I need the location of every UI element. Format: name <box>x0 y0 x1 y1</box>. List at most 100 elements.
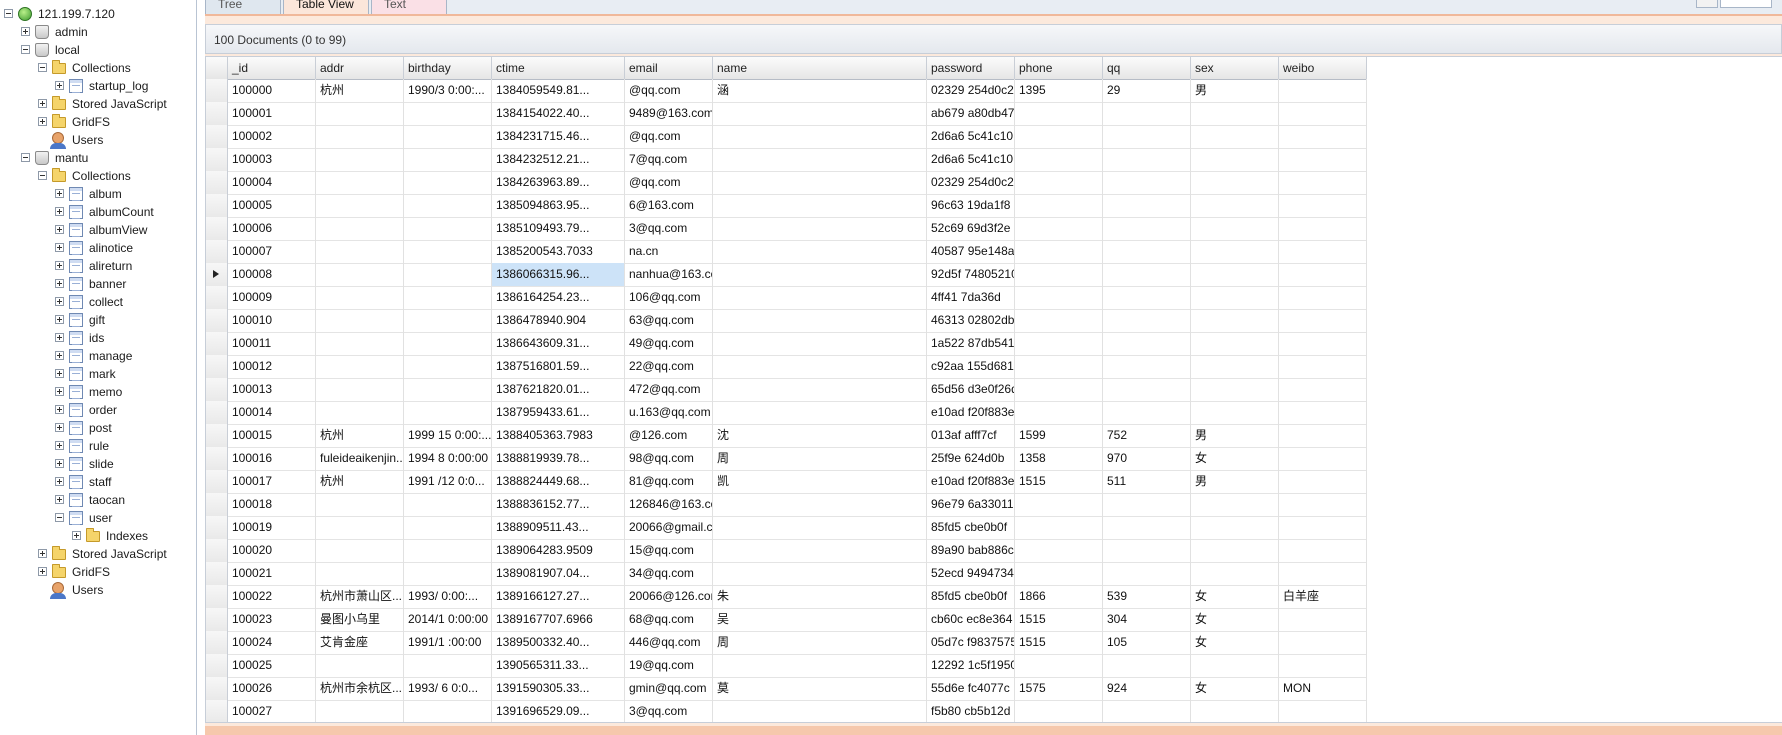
cell-weibo[interactable]: MON <box>1279 677 1367 700</box>
cell-qq[interactable]: 29 <box>1103 79 1191 102</box>
cell-addr[interactable] <box>316 194 404 217</box>
cell-weibo[interactable] <box>1279 378 1367 401</box>
row-header[interactable] <box>206 79 228 102</box>
cell-birthday[interactable]: 1994 8 0:00:00 <box>404 447 492 470</box>
cell-email[interactable]: 63@qq.com <box>625 309 713 332</box>
column-header-name[interactable]: name <box>713 57 927 79</box>
collapse-icon[interactable] <box>21 153 30 162</box>
table-row[interactable]: 100013 1387621820.01... 472@qq.com 65d56 d3… <box>206 378 1367 402</box>
cell-addr[interactable] <box>316 332 404 355</box>
cell-password[interactable]: 4ff41 7da36d <box>927 286 1015 309</box>
cell-ctime[interactable]: 1388819939.78... <box>492 447 625 470</box>
cell-id[interactable]: 100027 <box>228 700 316 722</box>
cell-phone[interactable] <box>1015 217 1103 240</box>
tree-node-gridfs[interactable]: GridFS <box>0 113 196 131</box>
cell-phone[interactable]: 1358 <box>1015 447 1103 470</box>
column-header-email[interactable]: email <box>625 57 713 79</box>
cell-email[interactable]: na.cn <box>625 240 713 263</box>
cell-addr[interactable]: 艾肯金座 <box>316 631 404 654</box>
cell-phone[interactable] <box>1015 263 1103 286</box>
cell-id[interactable]: 100023 <box>228 608 316 631</box>
cell-password[interactable]: 89a90 bab886c9 <box>927 539 1015 562</box>
tab-tree-view[interactable]: Tree View <box>205 0 281 29</box>
cell-id[interactable]: 100021 <box>228 562 316 585</box>
cell-sex[interactable] <box>1191 700 1279 722</box>
cell-ctime[interactable]: 1385200543.7033 <box>492 240 625 263</box>
expand-icon[interactable] <box>38 549 47 558</box>
tree-node-121-199-7-120[interactable]: 121.199.7.120 <box>0 5 196 23</box>
expand-icon[interactable] <box>55 441 64 450</box>
table-row[interactable]: 100009 1386164254.23... 106@qq.com 4ff41 7d… <box>206 286 1367 310</box>
row-header[interactable] <box>206 585 228 608</box>
cell-weibo[interactable] <box>1279 470 1367 493</box>
cell-email[interactable]: @qq.com <box>625 79 713 102</box>
tree-node-collect[interactable]: collect <box>0 293 196 311</box>
cell-addr[interactable]: 杭州市余杭区... <box>316 677 404 700</box>
cell-addr[interactable] <box>316 286 404 309</box>
cell-phone[interactable] <box>1015 194 1103 217</box>
cell-weibo[interactable] <box>1279 654 1367 677</box>
cell-sex[interactable]: 女 <box>1191 608 1279 631</box>
current-row-indicator[interactable] <box>206 263 228 286</box>
cell-weibo[interactable] <box>1279 194 1367 217</box>
cell-qq[interactable] <box>1103 700 1191 722</box>
cell-phone[interactable]: 1515 <box>1015 631 1103 654</box>
cell-password[interactable]: 55d6e fc4077c <box>927 677 1015 700</box>
cell-id[interactable]: 100022 <box>228 585 316 608</box>
cell-birthday[interactable] <box>404 286 492 309</box>
cell-addr[interactable]: 杭州 <box>316 470 404 493</box>
cell-name[interactable]: 吴 <box>713 608 927 631</box>
table-row[interactable]: 100011 1386643609.31... 49@qq.com 1a522 87d… <box>206 332 1367 356</box>
cell-phone[interactable] <box>1015 171 1103 194</box>
cell-birthday[interactable] <box>404 309 492 332</box>
cell-ctime[interactable]: 1388836152.77... <box>492 493 625 516</box>
cell-birthday[interactable] <box>404 332 492 355</box>
cell-ctime[interactable]: 1384059549.81... <box>492 79 625 102</box>
cell-weibo[interactable] <box>1279 424 1367 447</box>
row-header[interactable] <box>206 240 228 263</box>
cell-addr[interactable] <box>316 562 404 585</box>
cell-qq[interactable]: 970 <box>1103 447 1191 470</box>
cell-name[interactable] <box>713 171 927 194</box>
cell-weibo[interactable] <box>1279 286 1367 309</box>
collapse-icon[interactable] <box>38 63 47 72</box>
cell-name[interactable] <box>713 125 927 148</box>
cell-id[interactable]: 100025 <box>228 654 316 677</box>
cell-qq[interactable] <box>1103 654 1191 677</box>
cell-ctime[interactable]: 1390565311.33... <box>492 654 625 677</box>
cell-name[interactable] <box>713 355 927 378</box>
cell-id[interactable]: 100003 <box>228 148 316 171</box>
cell-addr[interactable]: fuleideaikenjin... <box>316 447 404 470</box>
table-row[interactable]: 100006 1385109493.79... 3@qq.com 52c69 69d3… <box>206 217 1367 241</box>
table-row[interactable]: 100020 1389064283.9509 15@qq.com 89a90 bab8… <box>206 539 1367 563</box>
cell-birthday[interactable]: 1990/3 0:00:... <box>404 79 492 102</box>
cell-password[interactable]: 12292 1c5f1950 <box>927 654 1015 677</box>
cell-name[interactable]: 朱 <box>713 585 927 608</box>
cell-id[interactable]: 100010 <box>228 309 316 332</box>
cell-name[interactable] <box>713 217 927 240</box>
row-header[interactable] <box>206 470 228 493</box>
cell-phone[interactable] <box>1015 516 1103 539</box>
cell-phone[interactable] <box>1015 700 1103 722</box>
cell-qq[interactable]: 304 <box>1103 608 1191 631</box>
cell-weibo[interactable] <box>1279 447 1367 470</box>
expand-icon[interactable] <box>55 333 64 342</box>
tree-node-startup-log[interactable]: startup_log <box>0 77 196 95</box>
cell-birthday[interactable] <box>404 194 492 217</box>
cell-addr[interactable]: 杭州 <box>316 79 404 102</box>
cell-birthday[interactable] <box>404 171 492 194</box>
table-row[interactable]: 100010 1386478940.904 63@qq.com 46313 02802… <box>206 309 1367 333</box>
tree-node-albumcount[interactable]: albumCount <box>0 203 196 221</box>
collapse-icon[interactable] <box>55 513 64 522</box>
cell-id[interactable]: 100000 <box>228 79 316 102</box>
cell-birthday[interactable]: 1993/ 6 0:0... <box>404 677 492 700</box>
expand-icon[interactable] <box>55 459 64 468</box>
cell-password[interactable]: 2d6a6 5c41c10 <box>927 148 1015 171</box>
tree-node-albumview[interactable]: albumView <box>0 221 196 239</box>
cell-password[interactable]: 96c63 19da1f8 <box>927 194 1015 217</box>
expand-icon[interactable] <box>55 315 64 324</box>
table-row[interactable]: 100018 1388836152.77...126846@163.com 96e7… <box>206 493 1367 517</box>
cell-sex[interactable]: 男 <box>1191 424 1279 447</box>
cell-name[interactable]: 周 <box>713 447 927 470</box>
cell-id[interactable]: 100012 <box>228 355 316 378</box>
